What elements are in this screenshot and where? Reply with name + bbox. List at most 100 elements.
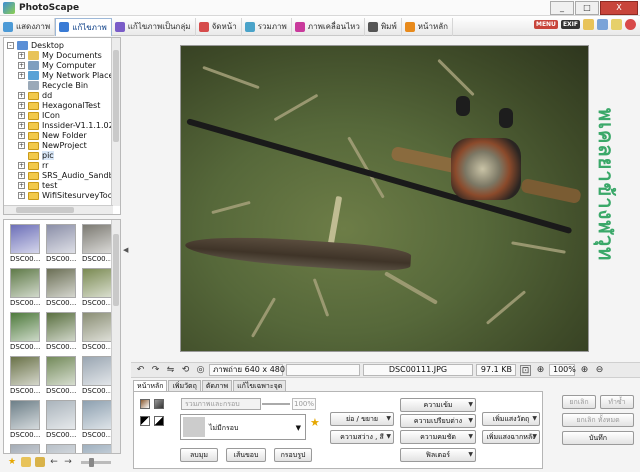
menu-badge[interactable]: MENU [533,20,558,29]
redo-button[interactable]: ทำซ้ำ [600,395,634,409]
thumbnail-size-slider[interactable] [81,457,111,467]
thumbnail-item[interactable]: DSC00... [82,268,112,310]
sharpness-button[interactable]: ความเข้ม ▼ [400,398,476,412]
rounded-button[interactable]: ลบมุม [180,448,218,462]
expand-icon[interactable]: + [18,172,25,179]
expand-icon[interactable]: + [18,122,25,129]
thumbnail-item[interactable]: DSC00... [82,444,112,453]
rotate-left-icon[interactable]: ↶ [135,365,146,376]
thumbnail-item[interactable]: DSC00... [10,312,40,354]
folder-tree[interactable]: - Desktop + My Documents + My Computer + My Net… [3,37,121,215]
frame-zoom-field[interactable]: 100% [292,398,316,410]
thumbnail-scrollbar[interactable] [111,220,120,453]
thumbnail-item[interactable]: DSC00... [46,356,76,398]
menu-tab-4[interactable]: รวมภาพ [242,17,292,36]
menu-tab-7[interactable]: หน้าหลัก [402,17,453,36]
thumbnail-panel[interactable]: DSC00... DSC00... DSC00... DSC00... DSC00...… [3,219,121,454]
star-icon[interactable]: ★ [7,457,17,467]
tree-horizontal-scrollbar[interactable] [4,205,113,214]
collapse-icon[interactable]: - [7,42,14,49]
reset-icon[interactable]: ◎ [195,365,206,376]
thumbnail-item[interactable]: DSC00... [82,312,112,354]
color-swatch-1[interactable] [140,399,150,409]
thumbnail-item[interactable]: DSC00... [46,444,76,453]
thumbnail-item[interactable]: DSC00... [46,400,76,442]
zoom-in-icon[interactable]: ⊕ [579,365,590,376]
thumbnail-item[interactable]: DSC00... [46,312,76,354]
thumbnail-item[interactable]: DSC00... [10,224,40,266]
brightness-button[interactable]: ความสว่าง , สี ▼ [330,430,394,444]
frame-category-select[interactable]: รวมภาพและกรอบ [181,398,261,410]
collapse-panel-icon[interactable]: ◀ [123,246,129,256]
frame-slider[interactable] [262,403,290,405]
back-arrow-icon[interactable]: ← [49,457,59,467]
thumbnail-item[interactable]: DSC00... [82,224,112,266]
blur-button[interactable]: ความคมชัด ▼ [400,430,476,444]
contrast-button[interactable]: ความเปรียบต่าง ▼ [400,414,476,428]
frame-dropdown[interactable]: ไม่มีกรอบ ▼ [180,414,306,440]
menu-tab-5[interactable]: ภาพเคลื่อนไหว [292,17,365,36]
add-backlight-button[interactable]: เพิ่มแสงฉากหลัง ▼ [482,430,540,444]
slideshow-icon[interactable] [597,19,608,30]
maximize-button[interactable]: □ [575,1,599,15]
flip-icon[interactable]: ⇋ [165,365,176,376]
resize-button[interactable]: ย่อ / ขยาย ▼ [330,412,394,426]
expand-icon[interactable]: + [18,162,25,169]
thumbnail-item[interactable]: DSC00... [82,400,112,442]
close-button[interactable]: X [600,1,638,15]
photo-canvas[interactable] [180,45,589,352]
add-object-light-button[interactable]: เพิ่มแสงวัตถุ ▼ [482,412,540,426]
magnifier-icon[interactable]: ⊕ [535,365,546,376]
menu-tab-0[interactable]: แสดงภาพ [0,17,56,36]
minimize-button[interactable]: _ [550,1,574,15]
menu-tab-1[interactable]: แก้ไขภาพ [55,17,112,36]
folder-up-icon[interactable] [21,457,31,467]
color-swatch-2[interactable] [154,399,164,409]
undo-all-button[interactable]: ยกเลิก ทั้งหมด [562,413,634,427]
open-folder-icon[interactable] [35,457,45,467]
exif-badge[interactable]: EXIF [560,20,580,29]
color-swatch-3[interactable] [140,416,150,426]
thumbnail-item[interactable]: DSC00... [82,356,112,398]
thumbnail-image [82,268,112,298]
menu-tab-6[interactable]: พิมพ์ [365,17,402,36]
expand-icon[interactable]: + [18,62,25,69]
menu-tab-2[interactable]: แก้ไขภาพเป็นกลุ่ม [112,17,196,36]
menu-tab-3[interactable]: จัดหน้า [196,17,242,36]
help-icon[interactable] [625,19,636,30]
combine-icon [244,21,255,32]
watermark-text: พเคลยาข้างฬวุท [594,108,618,262]
thumbnail-item[interactable]: DSC00... [10,268,40,310]
filename-label: DSC00111.JPG [363,364,473,376]
folder-icon[interactable] [583,19,594,30]
zoom-out-icon[interactable]: ⊖ [594,365,605,376]
forward-arrow-icon[interactable]: → [63,457,73,467]
favorite-star-icon[interactable]: ★ [310,416,320,429]
expand-icon[interactable]: + [18,102,25,109]
margin-button[interactable]: เส้นขอบ [226,448,266,462]
thumbnail-item[interactable]: DSC00... [46,268,76,310]
tree-vertical-scrollbar[interactable] [111,38,120,206]
expand-icon[interactable]: + [18,132,25,139]
expand-icon[interactable]: + [18,182,25,189]
expand-icon[interactable]: + [18,52,25,59]
save-button[interactable]: บันทึก [562,431,634,445]
straighten-icon[interactable]: ⟲ [180,365,191,376]
frame-button[interactable]: กรอบรูป [274,448,312,462]
expand-icon[interactable]: + [18,142,25,149]
thumbnail-item[interactable]: DSC00... [10,444,40,453]
fit-window-icon[interactable]: ⊡ [520,364,531,376]
tree-item[interactable]: + WifiSitesurveyTool [18,190,115,201]
rotate-right-icon[interactable]: ↷ [150,365,161,376]
expand-icon[interactable]: + [18,72,25,79]
color-swatch-4[interactable] [154,416,164,426]
expand-icon[interactable]: + [18,92,25,99]
filter-button[interactable]: ฟิลเตอร์ ▼ [400,448,476,462]
thumbnail-item[interactable]: DSC00... [10,400,40,442]
expand-icon[interactable]: + [18,192,25,199]
screen-icon[interactable] [611,19,622,30]
undo-button[interactable]: ยกเลิก [562,395,596,409]
expand-icon[interactable]: + [18,112,25,119]
thumbnail-item[interactable]: DSC00... [10,356,40,398]
thumbnail-item[interactable]: DSC00... [46,224,76,266]
